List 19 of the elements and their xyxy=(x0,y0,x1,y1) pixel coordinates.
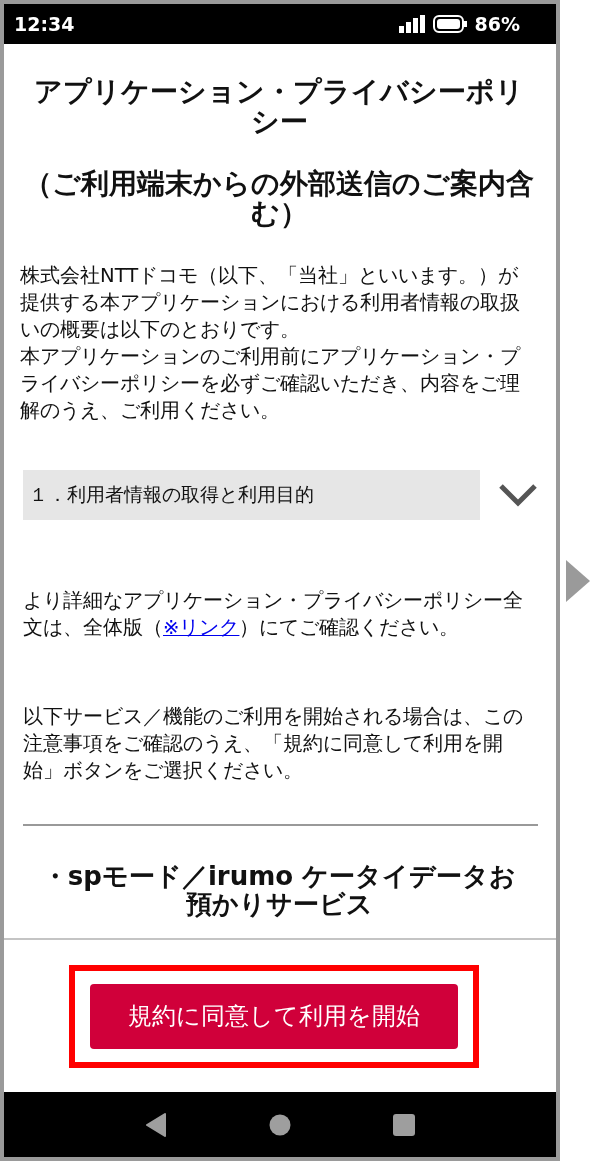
chevron-down-icon[interactable] xyxy=(498,483,538,507)
agree-button[interactable]: 規約に同意して利用を開始 xyxy=(90,983,458,1049)
intro-text: 株式会社NTTドコモ（以下、「当社」といいます。）が提供する本アプリケーションにおける利用者情報の取扱いの概要は以下のとおりです。 xyxy=(20,263,521,343)
battery-icon xyxy=(432,15,467,33)
recents-icon xyxy=(393,1113,415,1136)
accordion-header[interactable]: １．利用者情報の取得と利用目的 xyxy=(23,470,480,520)
signal-icon xyxy=(398,15,425,33)
status-time: 12:34 xyxy=(14,11,75,37)
service-item: ・spモード／irumo ケータイデータお預かりサービス xyxy=(40,862,518,918)
intro-text: 本アプリケーションのご利用前にアプリケーション・プライバシーポリシーを必ずご確認いただき、内容をご理解のうえ、ご利用ください。 xyxy=(20,344,522,424)
notice-text: 以下サービス／機能のご利用を開始される場合は、この注意事項をご確認のうえ、「規約に同意して利用を開始」ボタンをご選択ください。 xyxy=(23,704,524,784)
home-icon xyxy=(269,1113,291,1136)
battery-level: 86% xyxy=(474,11,520,37)
next-arrow-icon xyxy=(566,559,590,602)
link[interactable]: ※リンク xyxy=(163,616,240,639)
page-title: アプリケーション・プライバシーポリシー xyxy=(33,76,525,136)
page-subtitle: （ご利用端末からの外部送信のご案内含む） xyxy=(23,168,535,228)
back-icon xyxy=(145,1112,167,1137)
detail-text: より詳細なアプリケーション・プライバシーポリシー全文は、全体版（※リンク）にてご確認ください。 xyxy=(23,588,524,641)
